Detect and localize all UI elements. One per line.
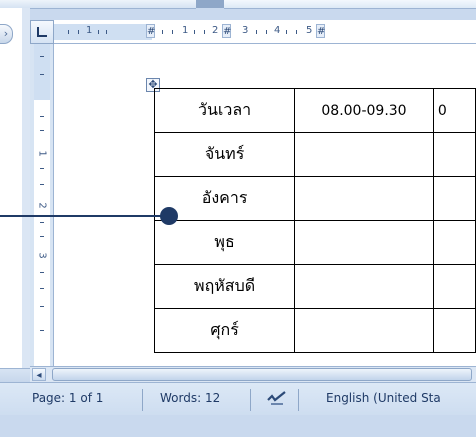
header-cell-next[interactable]: 0 (432, 88, 476, 133)
table-row: จันทร์ (153, 132, 476, 177)
ruler-tick (78, 30, 79, 34)
table-row: พฤหัสบดี (153, 264, 476, 309)
ruler-number: 2 (212, 25, 219, 36)
ruler-tick (40, 130, 44, 131)
scrollbar-thumb[interactable] (52, 368, 472, 381)
ruler-number: 4 (274, 25, 281, 36)
ruler-tick (194, 30, 195, 34)
header-cell-day-time[interactable]: วันเวลา (153, 88, 296, 133)
ruler-number: 3 (36, 252, 48, 259)
column-marker[interactable]: # (316, 24, 325, 38)
table-cell[interactable] (294, 264, 434, 309)
ruler-tick (266, 30, 267, 34)
ruler-tick (40, 330, 44, 331)
ruler-tick (40, 222, 44, 223)
ruler-tick (98, 30, 99, 34)
toolbar-divider (196, 0, 224, 8)
header-cell-period[interactable]: 08.00-09.30 (294, 88, 434, 133)
scroll-left-arrow-icon[interactable]: ◂ (32, 368, 46, 381)
left-tab-icon[interactable] (30, 20, 54, 44)
column-marker[interactable]: # (146, 24, 155, 38)
table-row: อังคาร (153, 176, 476, 221)
table-row: พุธ (153, 220, 476, 265)
status-separator (142, 389, 143, 411)
ruler-tick (172, 30, 173, 34)
ruler-tick (40, 184, 44, 185)
day-cell[interactable]: จันทร์ (153, 132, 296, 177)
ruler-number: 3 (242, 25, 249, 36)
ruler-body (34, 100, 50, 366)
ruler-tick (286, 30, 287, 34)
table-cell[interactable] (294, 132, 434, 177)
table-cell[interactable] (294, 308, 434, 353)
table-row: วันเวลา 08.00-09.30 0 (153, 88, 476, 133)
ruler-number: 1 (86, 25, 93, 36)
ruler-tick (256, 30, 257, 34)
table-cell[interactable] (432, 132, 476, 177)
callout-line (0, 215, 176, 217)
ruler-number: 5 (306, 25, 313, 36)
toolbar-right (224, 0, 476, 9)
language-indicator[interactable]: English (United Sta (326, 383, 441, 415)
ruler-tick (68, 30, 69, 34)
ruler-body (152, 24, 476, 40)
ruler-tick (40, 236, 44, 237)
ruler-tick (40, 74, 44, 75)
horizontal-scrollbar[interactable]: ◂ (30, 366, 476, 382)
ruler-number: 1 (182, 25, 189, 36)
word-count[interactable]: Words: 12 (160, 383, 220, 415)
ruler-tick (106, 30, 107, 34)
day-cell[interactable]: พุธ (153, 220, 296, 265)
ruler-number: 2 (36, 202, 48, 209)
table-cell[interactable] (432, 176, 476, 221)
schedule-table[interactable]: วันเวลา 08.00-09.30 0 จันทร์ อังคาร พุธ … (153, 88, 476, 353)
tab-stop-glyph (37, 27, 47, 37)
page-count[interactable]: Page: 1 of 1 (32, 383, 103, 415)
ruler-tick (296, 30, 297, 34)
table-cell[interactable] (432, 308, 476, 353)
callout-dot (160, 207, 178, 225)
proofing-check-icon[interactable] (266, 390, 288, 408)
ruler-tick (40, 272, 44, 273)
status-bar: Page: 1 of 1 Words: 12 English (United S… (0, 382, 476, 437)
left-pane-content (0, 8, 22, 378)
day-cell[interactable]: ศุกร์ (153, 308, 296, 353)
status-separator (298, 389, 299, 411)
ruler-margin-top (34, 44, 50, 100)
status-separator (250, 389, 251, 411)
table-row: ศุกร์ (153, 308, 476, 353)
ruler-tick (40, 306, 44, 307)
vertical-ruler[interactable]: 1 2 3 (30, 44, 54, 366)
table-cell[interactable] (432, 220, 476, 265)
ruler-tick (162, 30, 163, 34)
ruler-tick (40, 288, 44, 289)
column-marker[interactable]: # (222, 24, 231, 38)
table-cell[interactable] (294, 176, 434, 221)
table-cell[interactable] (294, 220, 434, 265)
ruler-tick (40, 56, 44, 57)
document-page[interactable]: ✥ วันเวลา 08.00-09.30 0 จันทร์ อังคาร พุ… (54, 44, 476, 366)
status-bar-bottom (0, 415, 476, 437)
table-cell[interactable] (432, 264, 476, 309)
ruler-tick (204, 30, 205, 34)
ruler-number: 1 (36, 150, 48, 157)
horizontal-ruler[interactable]: 1 # 1 2 # 3 4 5 # (54, 20, 476, 44)
ruler-tick (40, 168, 44, 169)
day-cell[interactable]: พฤหัสบดี (153, 264, 296, 309)
ruler-tick (40, 116, 44, 117)
